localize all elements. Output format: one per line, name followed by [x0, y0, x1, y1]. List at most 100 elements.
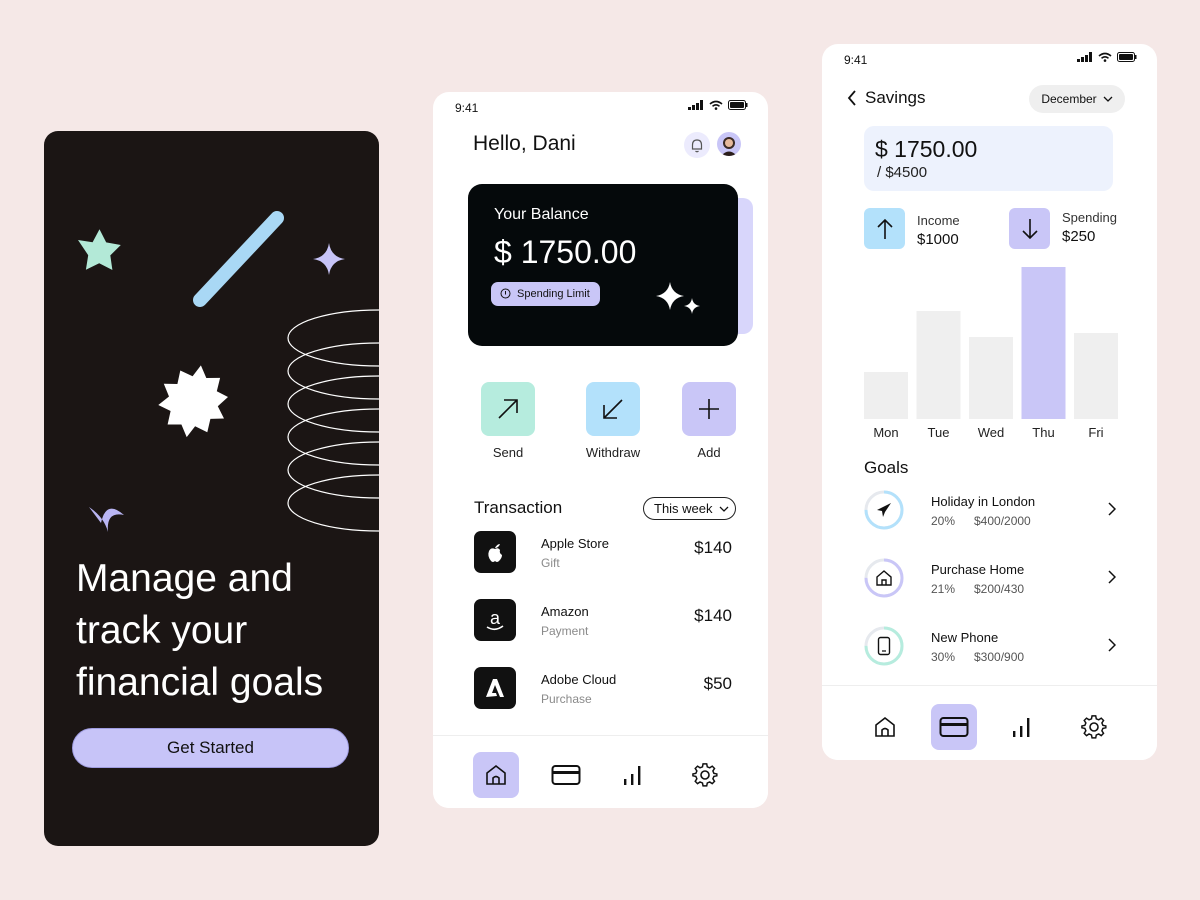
- arrow-down-left-icon: [603, 399, 623, 419]
- avatar-image: [721, 137, 737, 156]
- goal-name: Holiday in London: [931, 494, 1036, 509]
- phone-icon: [877, 636, 891, 656]
- house-icon: [876, 570, 892, 586]
- notification-button[interactable]: [684, 132, 710, 158]
- merchant-logo: [474, 667, 516, 709]
- tick-label-wed: Wed: [978, 425, 1005, 440]
- merchant-name: Amazon: [541, 604, 589, 619]
- battery-icon: [728, 100, 748, 110]
- status-time: 9:41: [455, 101, 479, 115]
- slash-shape: [193, 211, 284, 307]
- sparkle-shape-bottom: [89, 507, 124, 532]
- week-filter-dropdown[interactable]: This week: [643, 497, 736, 520]
- signal-icon: [688, 100, 703, 110]
- arrow-up-right-icon: [498, 399, 518, 419]
- stats-icon: [624, 766, 641, 785]
- airplane-icon: [877, 503, 891, 517]
- nav-home[interactable]: [862, 704, 908, 750]
- decorative-shapes: [78, 211, 379, 532]
- goal-percent: 20%: [931, 514, 956, 528]
- nav-card[interactable]: [931, 704, 977, 750]
- transaction-category: Purchase: [541, 692, 592, 706]
- goal-percent: 30%: [931, 650, 956, 664]
- goal-progress: $400/2000: [974, 514, 1031, 528]
- merchant-name: Apple Store: [541, 536, 609, 551]
- goal-item[interactable]: Holiday in London 20% $400/2000: [864, 490, 1124, 534]
- weekly-bar-chart: Mon Tue Wed Thu Fri: [864, 267, 1118, 440]
- star-shape-mint: [78, 229, 121, 270]
- card-icon: [551, 765, 581, 785]
- onboarding-screen: Manage and track your financial goals Ge…: [44, 131, 379, 846]
- chevron-right-icon: [1108, 570, 1116, 584]
- send-action[interactable]: Send: [473, 382, 543, 460]
- withdraw-tile[interactable]: [586, 382, 640, 436]
- spending-limit-label: Spending Limit: [517, 288, 590, 300]
- quick-actions: Send Withdraw Add: [433, 382, 768, 472]
- nav-home[interactable]: [473, 752, 519, 798]
- info-icon: [500, 288, 511, 299]
- merchant-logo: [474, 531, 516, 573]
- tick-label-fri: Fri: [1088, 425, 1103, 440]
- burst-shape: [158, 365, 228, 438]
- adobe-icon: [486, 679, 504, 697]
- balance-label: Your Balance: [494, 206, 589, 223]
- goals-title: Goals: [864, 458, 909, 477]
- transaction-title: Transaction: [474, 498, 563, 517]
- tick-label-tue: Tue: [928, 425, 950, 440]
- bottom-nav: [822, 685, 1157, 760]
- transaction-amount: $140: [694, 538, 732, 557]
- withdraw-label: Withdraw: [585, 445, 641, 460]
- balance-card[interactable]: Your Balance $ 1750.00 Spending Limit: [468, 184, 738, 346]
- nav-stats[interactable]: [999, 704, 1045, 750]
- transaction-category: Payment: [541, 624, 589, 638]
- add-tile[interactable]: [682, 382, 736, 436]
- get-started-button[interactable]: Get Started: [72, 728, 349, 768]
- card-icon: [939, 717, 969, 737]
- avatar[interactable]: [717, 132, 741, 156]
- headline-line-2: track your: [76, 609, 248, 652]
- chevron-down-icon: [719, 506, 728, 512]
- nav-stats[interactable]: [610, 752, 656, 798]
- plus-icon: [699, 399, 719, 419]
- goal-name: New Phone: [931, 630, 999, 645]
- gear-icon: [692, 763, 718, 787]
- goal-name: Purchase Home: [931, 562, 1025, 577]
- apple-icon: [488, 544, 502, 562]
- merchant-logo: a: [474, 599, 516, 641]
- bar-mon: [864, 372, 908, 419]
- transaction-row[interactable]: Adobe Cloud Purchase $50: [474, 667, 736, 711]
- transaction-row[interactable]: a Amazon Payment $140: [474, 599, 736, 643]
- transaction-row[interactable]: Apple Store Gift $140: [474, 531, 736, 575]
- chevron-right-icon: [1108, 502, 1116, 516]
- send-label: Send: [492, 445, 524, 460]
- add-label: Add: [697, 445, 721, 460]
- withdraw-action[interactable]: Withdraw: [578, 382, 648, 460]
- goal-percent: 21%: [931, 582, 956, 596]
- merchant-name: Adobe Cloud: [541, 672, 617, 687]
- onboarding-headline: Manage and track your financial goals: [76, 553, 366, 709]
- sparkles-icon: [656, 282, 700, 314]
- nav-settings[interactable]: [1071, 704, 1117, 750]
- ring-stack-shape: [287, 309, 379, 532]
- home-icon: [875, 716, 895, 737]
- week-filter-label: This week: [654, 501, 713, 516]
- tick-label-mon: Mon: [873, 425, 898, 440]
- nav-settings[interactable]: [682, 752, 728, 798]
- bar-fri: [1074, 333, 1118, 419]
- svg-text:a: a: [490, 608, 501, 628]
- add-action[interactable]: Add: [674, 382, 744, 460]
- bar-tue: [916, 311, 961, 419]
- nav-card[interactable]: [543, 752, 589, 798]
- gear-icon: [1081, 715, 1107, 739]
- goal-item[interactable]: Purchase Home 21% $200/430: [864, 558, 1124, 602]
- spending-limit-button[interactable]: Spending Limit: [491, 282, 600, 306]
- send-tile[interactable]: [481, 382, 535, 436]
- tick-label-thu: Thu: [1032, 425, 1054, 440]
- greeting: Hello, Dani: [473, 132, 576, 155]
- goal-item[interactable]: New Phone 30% $300/900: [864, 626, 1124, 670]
- transaction-amount: $50: [703, 674, 732, 693]
- sparkle-shape-top: [313, 243, 345, 275]
- bar-wed: [969, 337, 1013, 419]
- home-icon: [486, 764, 506, 785]
- home-screen: 9:41 Hello, Dani Your Balance $ 1750.00 …: [433, 92, 768, 808]
